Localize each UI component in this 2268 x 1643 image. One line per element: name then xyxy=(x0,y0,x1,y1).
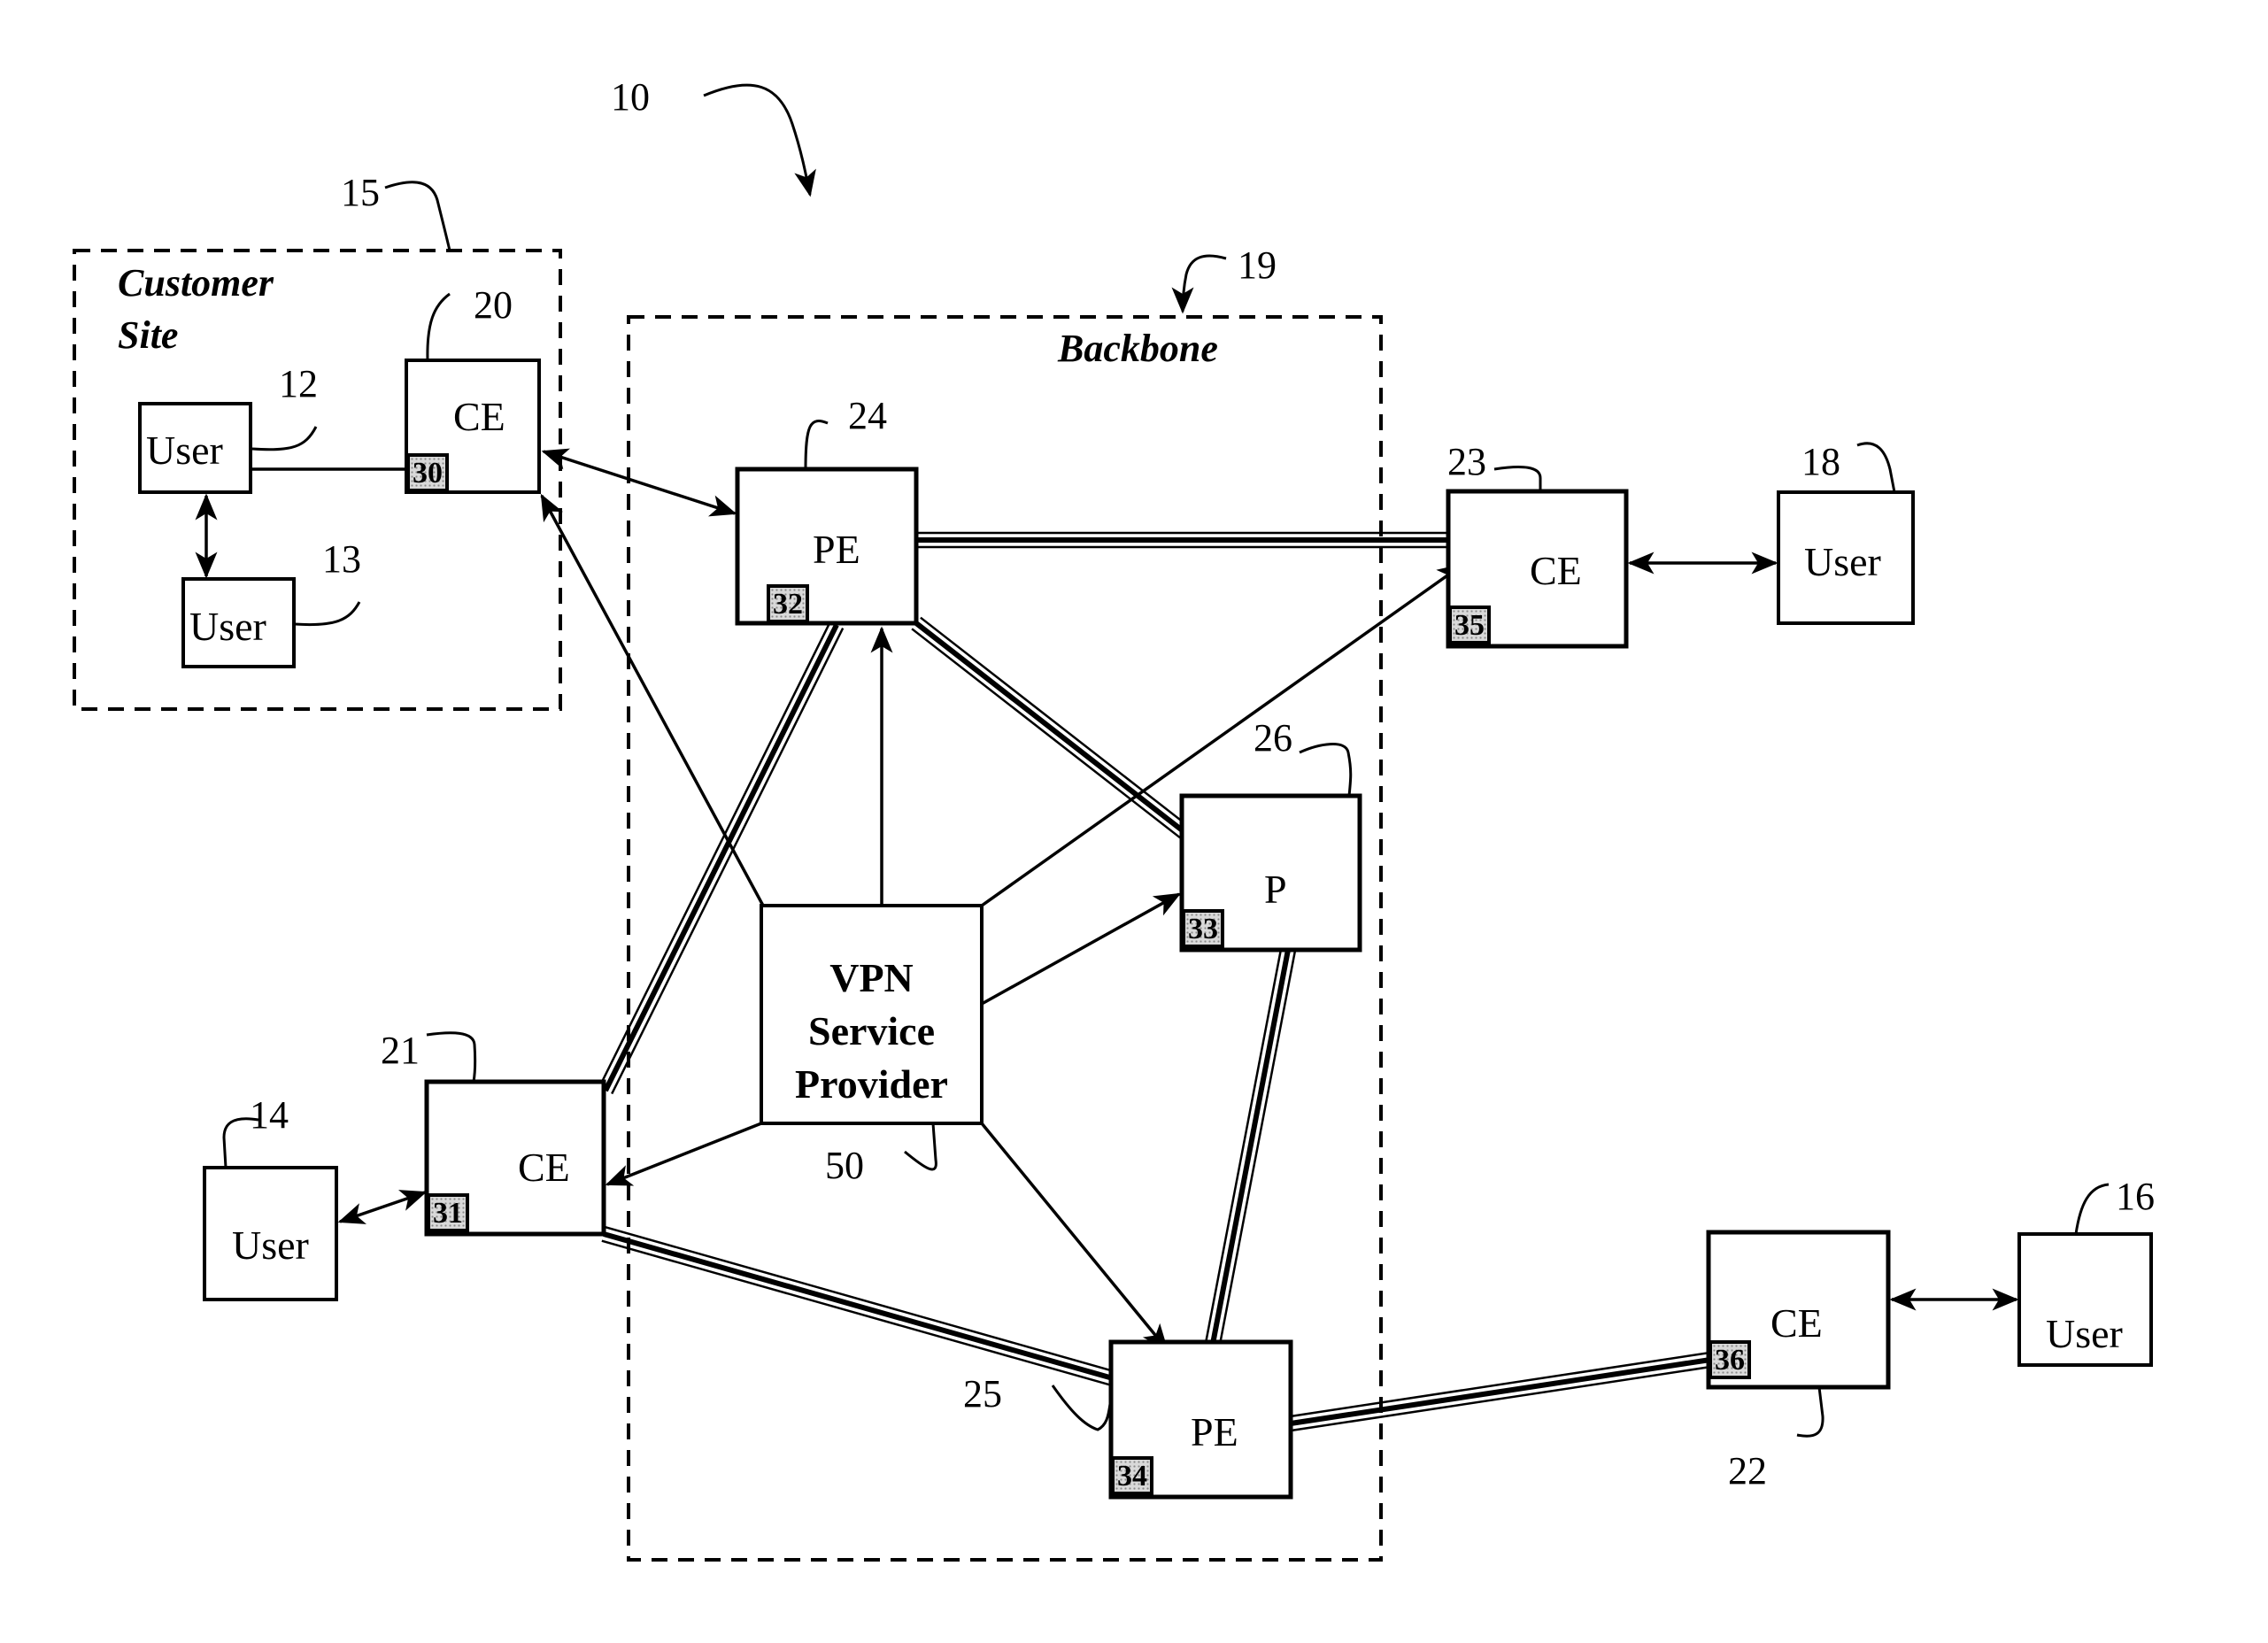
network-diagram xyxy=(73,83,2153,1562)
ref-22: 22 xyxy=(1728,1449,1767,1493)
ref-14: 14 xyxy=(250,1093,289,1137)
ce22-label: CE xyxy=(1770,1300,1823,1346)
trunk-strand xyxy=(920,616,1190,828)
trunk-strand xyxy=(601,1239,1112,1386)
leader-10 xyxy=(703,83,816,197)
trunk-link-pe24-p26 xyxy=(911,616,1190,839)
ce23-tag: 35 xyxy=(1448,606,1491,644)
vpn50-label-line1: VPN xyxy=(829,955,914,1000)
ref-26: 26 xyxy=(1254,716,1292,760)
leader-16 xyxy=(2074,1183,2110,1235)
customer-site-title-line2: Site xyxy=(118,313,179,357)
leader-26 xyxy=(1299,743,1353,797)
leader-12 xyxy=(251,426,318,451)
arrow-vpn-to-ce20 xyxy=(540,493,765,906)
ref-15: 15 xyxy=(341,171,380,214)
ref-12: 12 xyxy=(279,362,318,405)
backbone-title: Backbone xyxy=(1058,327,1218,370)
trunk-strand xyxy=(1204,948,1283,1343)
trunk-link-pe24-ce23 xyxy=(916,531,1448,549)
ce23-label: CE xyxy=(1530,548,1582,593)
leader-25 xyxy=(1051,1385,1112,1431)
ce22-tag: 36 xyxy=(1709,1340,1751,1379)
leader-20 xyxy=(426,292,451,361)
p26-label: P xyxy=(1264,867,1287,912)
pe25-label: PE xyxy=(1191,1409,1238,1454)
ce21-tag: 31 xyxy=(427,1193,469,1232)
trunk-strand xyxy=(1290,1357,1711,1426)
leader-13 xyxy=(294,601,361,627)
arrow-vpn-to-p26 xyxy=(981,892,1182,1006)
ref-50: 50 xyxy=(825,1144,864,1187)
link-ce20-pe24 xyxy=(541,448,737,517)
ref-13: 13 xyxy=(322,537,361,581)
link-user14-ce21 xyxy=(337,1190,428,1224)
leader-15 xyxy=(384,181,451,251)
trunk-strand xyxy=(914,621,1186,835)
trunk-link-p26-pe25 xyxy=(1204,948,1297,1346)
user16-label: User xyxy=(2046,1311,2123,1356)
arrow-vpn-to-pe25 xyxy=(980,1122,1169,1351)
trunk-strand xyxy=(1289,1351,1709,1418)
leader-23 xyxy=(1493,465,1542,491)
ref-10: 10 xyxy=(611,75,650,119)
ref-23: 23 xyxy=(1447,440,1486,483)
trunk-link-ce21-pe25 xyxy=(601,1226,1115,1386)
user12-label: User xyxy=(146,428,223,473)
user13-label: User xyxy=(189,604,266,649)
user14-label: User xyxy=(232,1223,309,1268)
ce20-label: CE xyxy=(453,394,505,439)
p26-tag: 33 xyxy=(1182,909,1224,948)
pe24-label: PE xyxy=(813,527,860,572)
user18-label: User xyxy=(1804,539,1881,584)
pe24-tag: 32 xyxy=(767,584,809,623)
leader-19 xyxy=(1171,254,1227,314)
trunk-strand xyxy=(1210,949,1291,1345)
leader-24 xyxy=(804,420,829,470)
trunk-link-pe25-ce22 xyxy=(1289,1351,1712,1432)
ref-24: 24 xyxy=(848,394,887,437)
leader-50 xyxy=(904,1122,937,1171)
leader-22 xyxy=(1796,1386,1824,1438)
vpn50-label-line3: Provider xyxy=(795,1061,948,1107)
trunk-strand xyxy=(1292,1365,1712,1432)
ref-21: 21 xyxy=(381,1029,420,1072)
ref-25: 25 xyxy=(963,1372,1002,1415)
ce20-tag: 30 xyxy=(406,453,449,492)
trunk-strand xyxy=(605,1226,1115,1373)
ref-19: 19 xyxy=(1238,243,1277,287)
ce21-label: CE xyxy=(518,1145,570,1190)
arrow-vpn-to-ce21 xyxy=(605,1122,762,1186)
customer-site-title-line1: Customer xyxy=(118,261,274,305)
trunk-strand xyxy=(911,628,1181,839)
node-boxes xyxy=(138,359,2153,1500)
vpn50-label-line2: Service xyxy=(807,1007,936,1053)
ref-18: 18 xyxy=(1801,440,1840,483)
leader-18 xyxy=(1856,442,1896,493)
pe25-tag: 34 xyxy=(1111,1456,1153,1495)
ref-20: 20 xyxy=(474,283,513,327)
trunk-strand xyxy=(603,1231,1114,1381)
trunk-strand xyxy=(1218,951,1297,1346)
ref-16: 16 xyxy=(2116,1175,2155,1218)
leader-21 xyxy=(426,1031,477,1083)
vpn50-label: VPN Service Provider xyxy=(761,952,982,1110)
